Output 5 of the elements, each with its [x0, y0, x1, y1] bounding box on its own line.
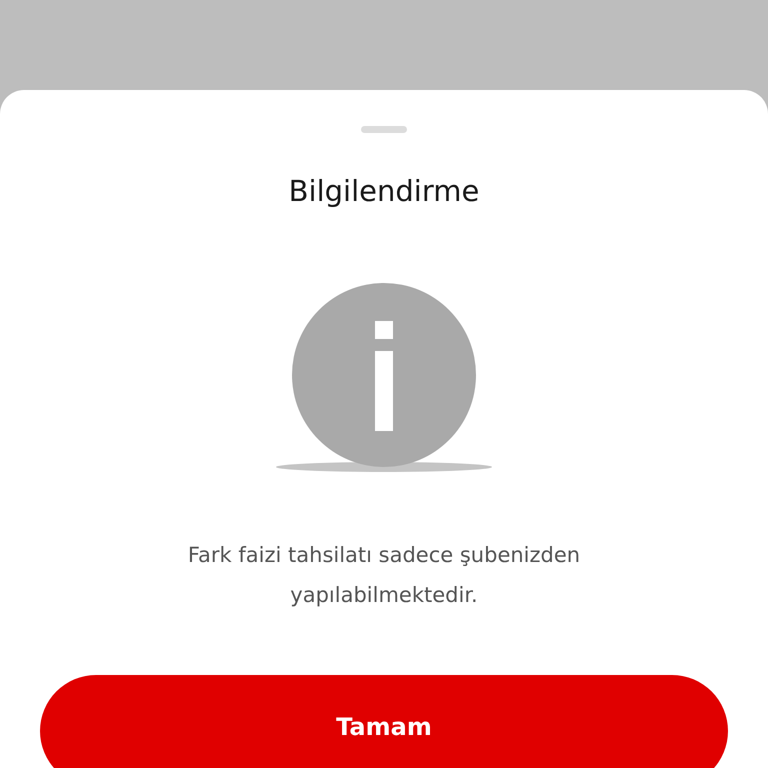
info-message: Fark faizi tahsilatı sadece şubenizden yapılabilmektedir. — [186, 542, 582, 609]
sheet-title: Bilgilendirme — [288, 173, 480, 209]
drag-handle[interactable] — [361, 126, 407, 133]
info-icon — [276, 283, 492, 473]
ok-button[interactable]: Tamam — [40, 675, 728, 768]
